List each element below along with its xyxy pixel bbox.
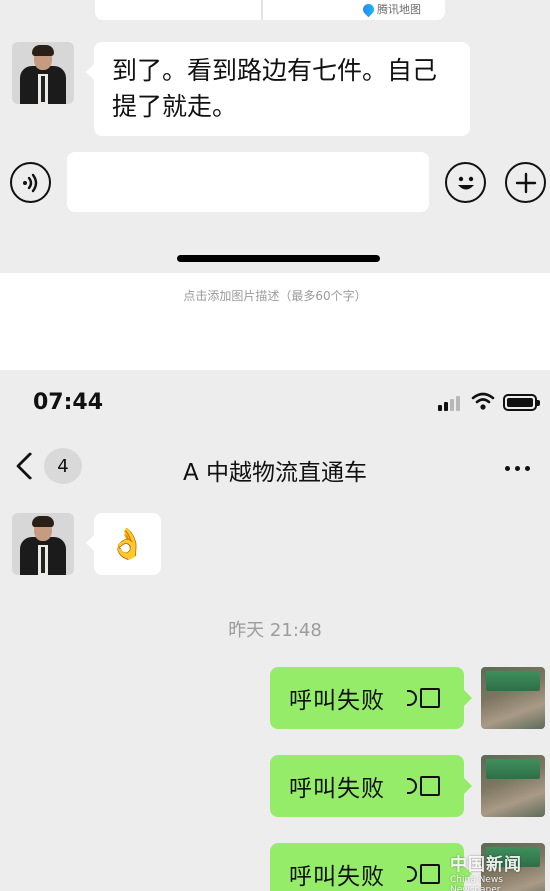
sent-call-bubble[interactable]: 呼叫失败 <box>270 755 472 817</box>
avatar[interactable] <box>481 667 545 729</box>
avatar[interactable] <box>481 755 545 817</box>
chat-header: 4 A 中越物流直通车 <box>0 436 550 502</box>
message-input[interactable] <box>67 152 429 212</box>
battery-icon <box>503 394 540 411</box>
call-status-text: 呼叫失败 <box>289 688 385 714</box>
map-logo: 腾讯地图 <box>360 0 421 18</box>
dot-icon <box>525 466 530 471</box>
timestamp: 昨天 21:48 <box>228 620 322 641</box>
caption-area: 点击添加图片描述（最多60个字） <box>0 273 550 370</box>
top-chat-screenshot: 腾讯地图 到了。看到路边有七件。自己提了就走。 <box>0 0 550 273</box>
voice-input-button[interactable] <box>10 162 51 203</box>
avatar[interactable] <box>12 513 74 575</box>
image-caption-prompt[interactable]: 点击添加图片描述（最多60个字） <box>0 287 550 304</box>
sent-call-bubble[interactable]: 呼叫失败 <box>270 667 472 729</box>
map-logo-label: 腾讯地图 <box>377 3 421 16</box>
divider <box>261 0 263 20</box>
call-status-text: 呼叫失败 <box>289 864 385 890</box>
call-status-text: 呼叫失败 <box>289 776 385 802</box>
ok-hand-emoji: 👌 <box>108 526 147 562</box>
screenshot-composite: 腾讯地图 到了。看到路边有七件。自己提了就走。 点击添加图片描述（最多60个字）… <box>0 0 550 891</box>
chat-title: A 中越物流直通车 <box>182 460 368 486</box>
bottom-chat-screenshot: 07:44 4 A 中越物流直通车 👌 昨天 21:48 呼叫失败 呼叫失败 呼… <box>0 370 550 891</box>
signal-icon <box>438 396 460 411</box>
map-pin-icon <box>360 1 377 17</box>
video-call-icon <box>407 688 440 708</box>
input-bar <box>0 142 550 212</box>
dot-icon <box>515 466 520 471</box>
status-bar: 07:44 <box>0 370 550 436</box>
received-message-bubble[interactable]: 到了。看到路边有七件。自己提了就走。 <box>86 42 470 136</box>
message-text: 到了。看到路边有七件。自己提了就走。 <box>112 56 438 121</box>
wifi-icon <box>471 392 495 410</box>
received-emoji-bubble[interactable]: 👌 <box>86 513 161 575</box>
status-time: 07:44 <box>33 390 104 415</box>
video-call-icon <box>407 864 440 884</box>
voice-icon <box>22 173 37 192</box>
plus-icon <box>515 172 536 193</box>
add-button[interactable] <box>505 162 546 203</box>
emoji-button[interactable] <box>445 162 486 203</box>
home-indicator <box>177 255 380 262</box>
video-call-icon <box>407 776 440 796</box>
sent-call-bubble[interactable]: 呼叫失败 <box>270 843 472 891</box>
watermark-subtitle: China News Newspaper <box>450 875 503 891</box>
avatar[interactable] <box>12 42 74 104</box>
watermark-title: 中国新闻 <box>450 855 522 875</box>
more-options-button[interactable] <box>505 466 530 471</box>
watermark: 中国新闻 China News Newspaper <box>450 850 548 891</box>
smiley-icon <box>457 176 474 189</box>
location-card[interactable]: 腾讯地图 <box>95 0 445 20</box>
dot-icon <box>505 466 510 471</box>
